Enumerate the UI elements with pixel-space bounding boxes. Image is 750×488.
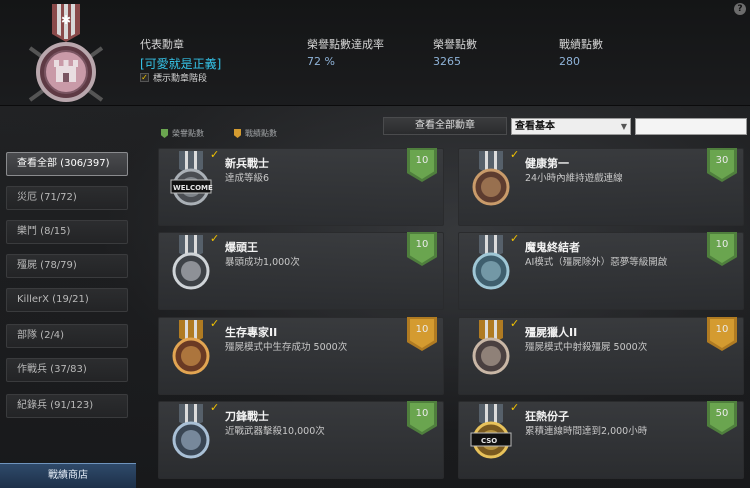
honor-points-label: 榮譽點數 (433, 38, 477, 51)
medal-card[interactable]: ✓ 健康第一 24小時內維持遊戲連線 30 (458, 148, 744, 226)
acquired-check-icon: ✓ (510, 148, 520, 161)
dropdown-arrow-icon: ▼ (620, 122, 627, 131)
medal-points: 30 (715, 155, 729, 166)
medal-title: 魔鬼終結者 (525, 241, 580, 254)
medal-title: 新兵戰士 (225, 157, 269, 170)
medal-badge-text: WELCOME (173, 184, 213, 192)
view-all-medals-button[interactable]: 查看全部勳章 (383, 117, 507, 135)
category-item[interactable]: 殭屍 (78/79) (6, 254, 128, 278)
medal-points: 10 (415, 239, 429, 250)
show-level-label: 標示勳章階段 (153, 74, 208, 84)
show-level-checkbox[interactable]: ✓ (140, 73, 149, 82)
header-panel: ? ✱ 代表勳章 [可愛就是正義] 榮譽點數達成率 72 % 榮譽點數 3265… (0, 0, 750, 106)
honor-rate-label: 榮譽點數達成率 (307, 38, 384, 51)
medal-points: 10 (415, 324, 429, 335)
medal-points: 10 (415, 155, 429, 166)
honor-points-value: 3265 (433, 55, 461, 68)
medal-card[interactable]: WELCOME ✓ 新兵戰士達成等級6 10 (158, 148, 444, 226)
medal-card[interactable]: ✓ 魔鬼終結者 AI模式（殭屍除外）惡夢等級開啟 10 (458, 232, 744, 310)
honor-points-stat: 榮譽點數 3265 (433, 36, 477, 68)
record-swatch-icon (234, 129, 241, 138)
acquired-check-icon: ✓ (210, 317, 220, 330)
medal-card[interactable]: ✓ 爆頭王暴頭成功1,000次 10 (158, 232, 444, 310)
medal-points: 50 (715, 408, 729, 419)
medal-card[interactable]: CSO ✓ 狂熱份子累積連線時間達到2,000小時 50 (458, 401, 744, 479)
acquired-check-icon: ✓ (510, 232, 520, 245)
rep-medal-label: 代表勳章 (140, 38, 184, 51)
legend-record-label: 戰績點數 (245, 129, 277, 138)
medal-title: 刀鋒戰士 (225, 410, 269, 423)
acquired-check-icon: ✓ (510, 317, 520, 330)
record-points-value: 280 (559, 55, 580, 68)
medal-card[interactable]: ✓ 生存專家II 殭屍模式中生存成功 5000次 10 (158, 317, 444, 395)
legend-honor: 榮譽點數 (161, 128, 204, 139)
medal-title: 健康第一 (525, 157, 569, 170)
medal-title: 狂熱份子 (525, 410, 569, 423)
medal-points-badge: 10 (407, 148, 437, 182)
category-item[interactable]: 查看全部 (306/397) (6, 152, 128, 176)
medal-points: 10 (715, 324, 729, 335)
category-item[interactable]: 災厄 (71/72) (6, 186, 128, 210)
acquired-check-icon: ✓ (210, 148, 220, 161)
category-item[interactable]: 部隊 (2/4) (6, 324, 128, 348)
acquired-check-icon: ✓ (210, 232, 220, 245)
record-points-stat: 戰績點數 280 (559, 36, 603, 68)
medal-points-badge: 10 (407, 317, 437, 351)
rep-medal-value: [可愛就是正義] (140, 57, 222, 71)
show-level-toggle[interactable]: ✓ 標示勳章階段 (140, 71, 207, 84)
medal-title: 爆頭王 (225, 241, 258, 254)
medal-points-badge: 10 (707, 232, 737, 266)
view-mode-value: 查看基本 (515, 121, 555, 132)
medal-description: 24小時內維持遊戲連線 (525, 173, 623, 184)
svg-text:✱: ✱ (61, 13, 71, 27)
legend-record: 戰績點數 (234, 128, 277, 139)
category-item[interactable]: KillerX (19/21) (6, 288, 128, 312)
medal-card[interactable]: ✓ 刀鋒戰士近戰武器擊殺10,000次 10 (158, 401, 444, 479)
medal-points: 10 (715, 239, 729, 250)
legend-honor-label: 榮譽點數 (172, 129, 204, 138)
medal-description: 殭屍模式中生存成功 5000次 (225, 342, 348, 353)
acquired-check-icon: ✓ (210, 401, 220, 414)
medal-points-badge: 10 (707, 317, 737, 351)
medal-title: 殭屍獵人II (525, 326, 578, 339)
medal-card[interactable]: ✓ 殭屍獵人II 殭屍模式中射殺殭屍 5000次 10 (458, 317, 744, 395)
category-item[interactable]: 作戰兵 (37/83) (6, 358, 128, 382)
medal-points-badge: 10 (407, 232, 437, 266)
representative-medal-icon: ✱ (28, 4, 104, 102)
view-mode-select[interactable]: 查看基本 ▼ (511, 118, 631, 135)
medal-description: 累積連線時間達到2,000小時 (525, 426, 648, 437)
medal-description: 暴頭成功1,000次 (225, 257, 300, 268)
medal-points: 10 (415, 408, 429, 419)
medal-description: 殭屍模式中射殺殭屍 5000次 (525, 342, 648, 353)
honor-swatch-icon (161, 129, 168, 138)
honor-rate-stat: 榮譽點數達成率 72 % (307, 36, 384, 68)
record-points-label: 戰績點數 (559, 38, 603, 51)
medal-description: 達成等級6 (225, 173, 270, 184)
category-sidebar: 查看全部 (306/397) 災厄 (71/72) 樂鬥 (8/15) 殭屍 (78/… (0, 142, 140, 488)
medal-description: AI模式（殭屍除外）惡夢等級開啟 (525, 257, 668, 268)
medal-title: 生存專家II (225, 326, 278, 339)
honor-rate-value: 72 % (307, 55, 335, 68)
medal-description: 近戰武器擊殺10,000次 (225, 426, 325, 437)
medal-points-badge: 10 (407, 401, 437, 435)
search-input[interactable] (635, 118, 747, 135)
medal-points-badge: 30 (707, 148, 737, 182)
acquired-check-icon: ✓ (510, 401, 520, 414)
medal-badge-text: CSO (481, 437, 498, 445)
category-item[interactable]: 紀錄兵 (91/123) (6, 394, 128, 418)
medal-points-badge: 50 (707, 401, 737, 435)
record-shop-button[interactable]: 戰績商店 (0, 463, 136, 488)
help-button[interactable]: ? (734, 3, 746, 15)
category-item[interactable]: 樂鬥 (8/15) (6, 220, 128, 244)
medal-window: ? ✱ 代表勳章 [可愛就是正義] 榮譽點數達成率 72 % 榮譽點數 3265… (0, 0, 750, 488)
representative-medal-stat: 代表勳章 [可愛就是正義] (140, 36, 221, 72)
